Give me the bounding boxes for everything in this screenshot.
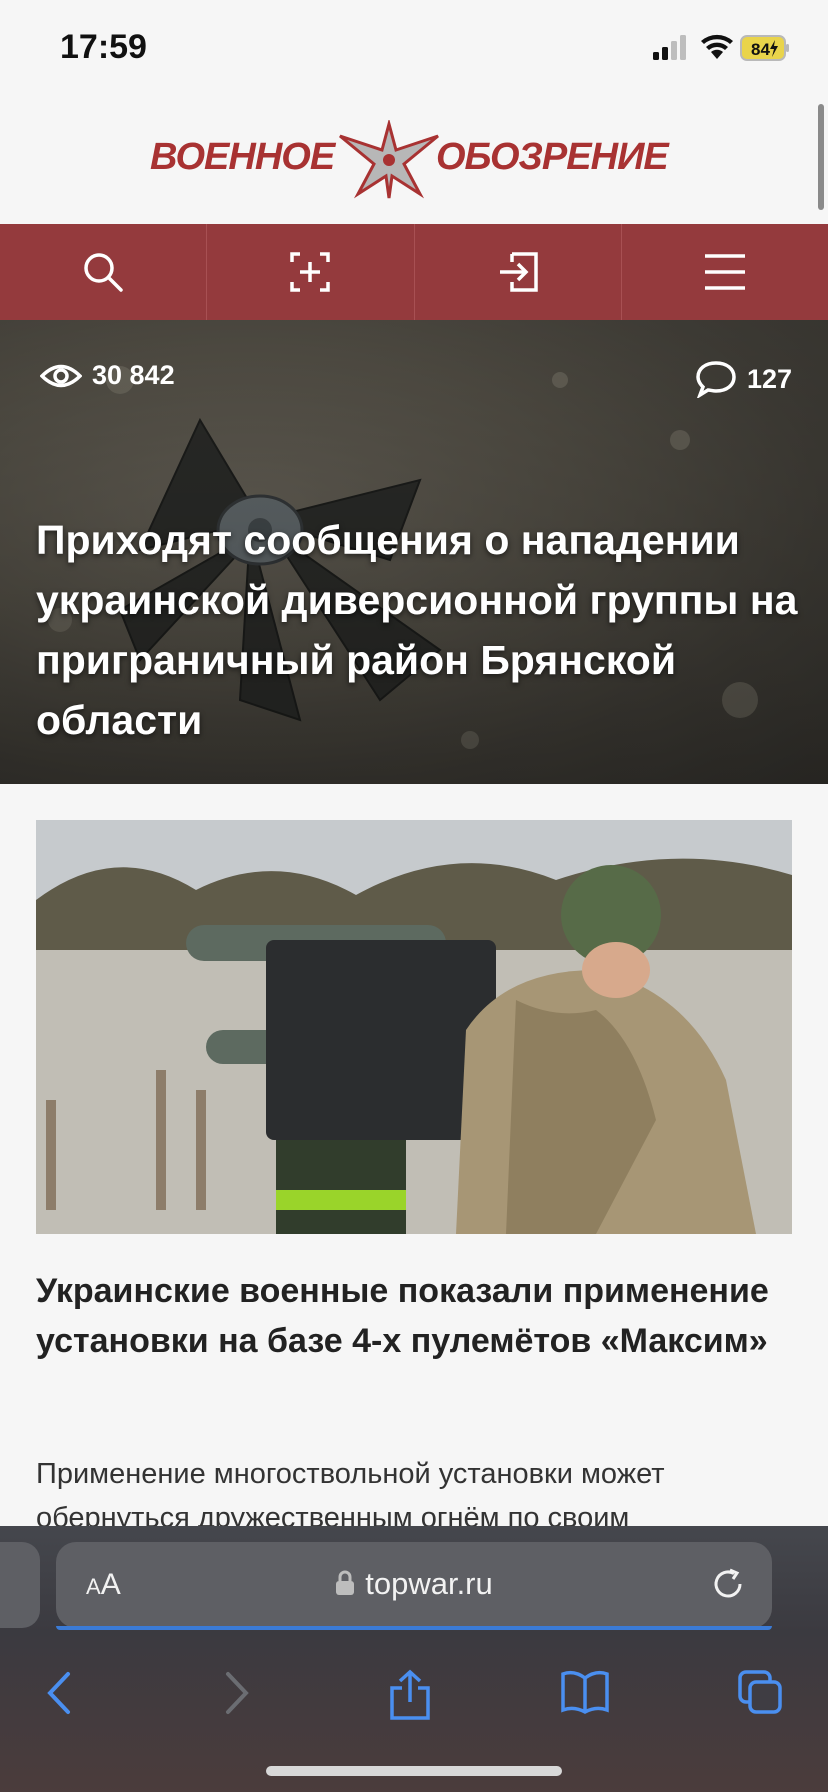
browser-toolbar <box>0 1654 828 1742</box>
reload-icon[interactable] <box>710 1566 746 1602</box>
article-photo <box>36 820 792 1234</box>
article-image[interactable] <box>36 820 792 1234</box>
battery-icon: 84 <box>740 35 789 61</box>
site-logo[interactable]: ВОЕННОЕ ОБОЗРЕНИЕ <box>0 100 828 224</box>
cell-signal-icon <box>653 35 686 60</box>
previous-tab-peek[interactable] <box>0 1542 40 1628</box>
tabs-icon[interactable] <box>736 1668 784 1716</box>
nav-search-button[interactable] <box>0 224 208 320</box>
menu-icon <box>704 254 745 290</box>
nav-add-button[interactable] <box>207 224 415 320</box>
browser-chrome: AA topwar.ru <box>0 1526 828 1792</box>
status-bar: 17:59 84 <box>0 0 828 96</box>
forward-icon[interactable] <box>216 1668 256 1718</box>
add-icon <box>290 252 331 292</box>
hero-article[interactable]: 30 842 127 Приходят сообщения о нападени… <box>0 320 828 784</box>
battery-level: 84 <box>751 40 770 59</box>
comments-count: 127 <box>746 363 792 394</box>
scroll-indicator <box>818 104 824 210</box>
views-count: 30 842 <box>92 360 175 390</box>
jet-logo-icon <box>339 120 439 199</box>
status-time: 17:59 <box>60 28 147 66</box>
back-icon[interactable] <box>40 1668 80 1718</box>
article-title[interactable]: Украинские военные показали применение у… <box>36 1266 792 1366</box>
wifi-icon <box>701 34 733 59</box>
domain-text: topwar.ru <box>365 1566 493 1601</box>
eye-icon <box>40 364 82 387</box>
login-icon <box>499 252 538 292</box>
hero-title[interactable]: Приходят сообщения о нападении украинско… <box>36 510 806 750</box>
share-icon[interactable] <box>386 1668 434 1722</box>
address-domain[interactable]: topwar.ru <box>56 1566 772 1602</box>
nav-login-button[interactable] <box>415 224 622 320</box>
page-load-progress <box>56 1626 772 1630</box>
address-bar[interactable]: AA topwar.ru <box>56 1542 772 1630</box>
logo-word-right: ОБОЗРЕНИЕ <box>436 136 669 178</box>
comment-icon <box>696 361 736 398</box>
lock-icon <box>336 1570 355 1595</box>
comments-counter[interactable]: 127 <box>695 360 792 398</box>
logo-word-left: ВОЕННОЕ <box>150 136 335 178</box>
site-nav <box>0 224 828 320</box>
nav-menu-button[interactable] <box>622 224 828 320</box>
bookmarks-icon[interactable] <box>560 1668 610 1716</box>
search-icon <box>84 253 123 292</box>
home-indicator[interactable] <box>266 1766 562 1776</box>
views-counter: 30 842 <box>40 360 175 391</box>
